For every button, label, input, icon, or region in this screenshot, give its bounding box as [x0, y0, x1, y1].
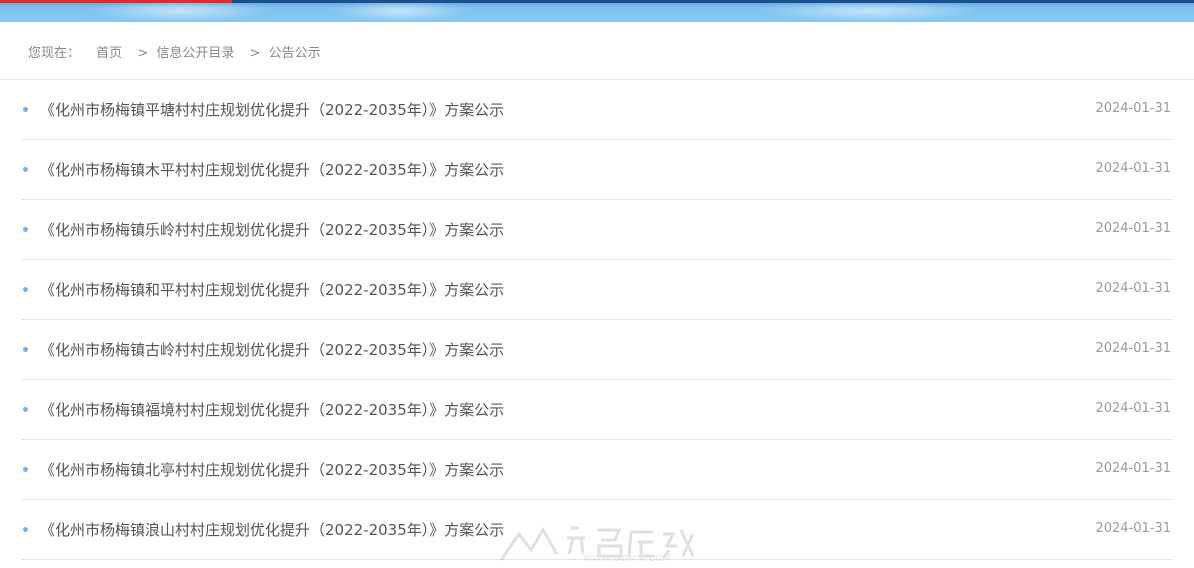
- announcement-date: 2024-01-31: [1095, 221, 1171, 236]
- announcement-title-link[interactable]: 《化州市杨梅镇乐岭村村庄规划优化提升（2022-2035年）》方案公示: [40, 219, 504, 240]
- list-item: 《化州市杨梅镇福境村村庄规划优化提升（2022-2035年）》方案公示 2024…: [22, 380, 1173, 440]
- breadcrumb-current-page[interactable]: 公告公示: [269, 42, 321, 61]
- announcement-date: 2024-01-31: [1095, 161, 1171, 176]
- announcement-date: 2024-01-31: [1095, 281, 1171, 296]
- announcement-title-link[interactable]: 《化州市杨梅镇北亭村村庄规划优化提升（2022-2035年）》方案公示: [40, 459, 504, 480]
- announcement-title-link[interactable]: 《化州市杨梅镇福境村村庄规划优化提升（2022-2035年）》方案公示: [40, 399, 504, 420]
- announcement-title-link[interactable]: 《化州市杨梅镇平塘村村庄规划优化提升（2022-2035年）》方案公示: [40, 99, 504, 120]
- announcement-date: 2024-01-31: [1095, 341, 1171, 356]
- list-item: 《化州市杨梅镇木平村村庄规划优化提升（2022-2035年）》方案公示 2024…: [22, 140, 1173, 200]
- list-item: 《化州市杨梅镇北亭村村庄规划优化提升（2022-2035年）》方案公示 2024…: [22, 440, 1173, 500]
- breadcrumb-prefix: 您现在：: [28, 46, 81, 61]
- announcement-date: 2024-01-31: [1095, 521, 1171, 536]
- bullet-dot-icon: [23, 527, 28, 532]
- top-banner: [0, 0, 1194, 22]
- bullet-dot-icon: [23, 467, 28, 472]
- banner-accent-bar: [0, 0, 232, 3]
- breadcrumb: 您现在： 首页 > 信息公开目录 > 公告公示: [28, 42, 321, 61]
- announcement-title-link[interactable]: 《化州市杨梅镇木平村村庄规划优化提升（2022-2035年）》方案公示: [40, 159, 504, 180]
- list-item: 《化州市杨梅镇古岭村村庄规划优化提升（2022-2035年）》方案公示 2024…: [22, 320, 1173, 380]
- announcement-date: 2024-01-31: [1095, 401, 1171, 416]
- breadcrumb-info-catalog-link[interactable]: 信息公开目录: [156, 42, 234, 61]
- breadcrumb-separator: >: [249, 46, 261, 61]
- announcement-title-link[interactable]: 《化州市杨梅镇浪山村村庄规划优化提升（2022-2035年）》方案公示: [40, 519, 504, 540]
- announcement-date: 2024-01-31: [1095, 461, 1171, 476]
- watermark-text: WWW.GDMM.COM: [583, 554, 671, 564]
- bullet-dot-icon: [23, 407, 28, 412]
- announcement-title-link[interactable]: 《化州市杨梅镇和平村村庄规划优化提升（2022-2035年）》方案公示: [40, 279, 504, 300]
- bullet-dot-icon: [23, 167, 28, 172]
- bullet-dot-icon: [23, 347, 28, 352]
- announcement-date: 2024-01-31: [1095, 101, 1171, 116]
- site-watermark: WWW.GDMM.COM: [497, 520, 697, 564]
- list-item: 《化州市杨梅镇平塘村村庄规划优化提升（2022-2035年）》方案公示 2024…: [22, 80, 1173, 140]
- bullet-dot-icon: [23, 227, 28, 232]
- announcement-list: 《化州市杨梅镇平塘村村庄规划优化提升（2022-2035年）》方案公示 2024…: [22, 80, 1173, 560]
- breadcrumb-separator: >: [137, 46, 149, 61]
- announcement-title-link[interactable]: 《化州市杨梅镇古岭村村庄规划优化提升（2022-2035年）》方案公示: [40, 339, 504, 360]
- list-item: 《化州市杨梅镇和平村村庄规划优化提升（2022-2035年）》方案公示 2024…: [22, 260, 1173, 320]
- bullet-dot-icon: [23, 107, 28, 112]
- list-item: 《化州市杨梅镇乐岭村村庄规划优化提升（2022-2035年）》方案公示 2024…: [22, 200, 1173, 260]
- bullet-dot-icon: [23, 287, 28, 292]
- breadcrumb-home-link[interactable]: 首页: [96, 42, 122, 61]
